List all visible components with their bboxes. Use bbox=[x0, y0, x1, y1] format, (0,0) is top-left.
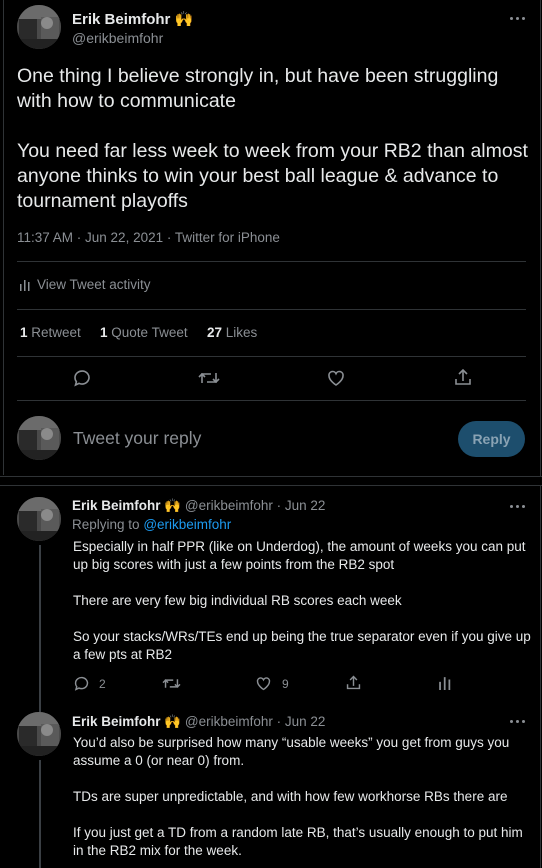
thread-line bbox=[39, 545, 41, 705]
tweet-detail-screen: Erik Beimfohr 🙌 @erikbeimfohr One thing … bbox=[0, 0, 542, 868]
divider bbox=[17, 356, 526, 357]
reply-handle-date[interactable]: @erikbeimfohr · Jun 22 bbox=[185, 498, 326, 513]
analytics-icon bbox=[19, 279, 31, 291]
reply-paragraph: There are very few big individual RB sco… bbox=[73, 593, 402, 608]
tweet-paragraph: One thing I believe strongly in, but hav… bbox=[17, 65, 499, 112]
like-icon[interactable] bbox=[255, 675, 272, 692]
reply-text: Especially in half PPR (like on Underdog… bbox=[73, 538, 533, 682]
hands-emoji-icon: 🙌 bbox=[174, 11, 194, 28]
view-tweet-activity[interactable]: View Tweet activity bbox=[19, 277, 151, 292]
hands-emoji-icon: 🙌 bbox=[164, 498, 182, 513]
thread-line bbox=[39, 704, 41, 712]
reply-paragraph: TDs are super unpredictable, and with ho… bbox=[73, 789, 508, 804]
like-count: 9 bbox=[282, 677, 289, 691]
quotes-label: Quote Tweet bbox=[111, 325, 188, 340]
reply-author-name[interactable]: Erik Beimfohr bbox=[72, 498, 161, 513]
retweets-label: Retweet bbox=[31, 325, 81, 340]
more-icon[interactable] bbox=[508, 504, 528, 510]
reply-count: 2 bbox=[99, 677, 106, 691]
right-border bbox=[540, 0, 541, 868]
thread-line bbox=[39, 760, 41, 868]
reply-author[interactable]: Erik Beimfohr 🙌 @erikbeimfohr · Jun 22 bbox=[72, 714, 325, 730]
likes-label: Likes bbox=[225, 325, 258, 340]
replying-to: Replying to @erikbeimfohr bbox=[72, 517, 231, 532]
retweets-stat[interactable]: 1 Retweet bbox=[20, 325, 81, 340]
author-handle[interactable]: @erikbeimfohr bbox=[72, 30, 163, 46]
reply-paragraph: You’d also be surprised how many “usable… bbox=[73, 735, 510, 768]
share-icon[interactable] bbox=[345, 674, 362, 691]
divider bbox=[17, 400, 526, 401]
reply-icon[interactable] bbox=[73, 675, 90, 692]
tweet-meta[interactable]: 11:37 AM · Jun 22, 2021 · Twitter for iP… bbox=[17, 230, 280, 245]
tweet-paragraph: You need far less week to week from your… bbox=[17, 140, 528, 212]
reply-text: You’d also be surprised how many “usable… bbox=[73, 734, 533, 868]
reply-author-name[interactable]: Erik Beimfohr bbox=[72, 714, 161, 729]
avatar[interactable] bbox=[17, 712, 61, 756]
author-name[interactable]: Erik Beimfohr 🙌 bbox=[72, 10, 193, 28]
avatar[interactable] bbox=[17, 497, 61, 541]
replying-prefix: Replying to bbox=[72, 517, 140, 532]
author-name-text[interactable]: Erik Beimfohr bbox=[72, 11, 170, 28]
avatar[interactable] bbox=[17, 5, 61, 49]
replying-handle-link[interactable]: @erikbeimfohr bbox=[143, 517, 231, 532]
tweet-text: One thing I believe strongly in, but hav… bbox=[17, 64, 532, 239]
likes-stat[interactable]: 27 Likes bbox=[207, 325, 257, 340]
share-icon[interactable] bbox=[453, 367, 473, 387]
quotes-stat[interactable]: 1 Quote Tweet bbox=[100, 325, 188, 340]
compose-avatar bbox=[17, 416, 61, 460]
retweet-icon[interactable] bbox=[162, 675, 181, 692]
more-icon[interactable] bbox=[508, 16, 528, 22]
activity-label: View Tweet activity bbox=[37, 277, 151, 292]
reply-author[interactable]: Erik Beimfohr 🙌 @erikbeimfohr · Jun 22 bbox=[72, 498, 325, 514]
left-border bbox=[3, 0, 4, 475]
divider bbox=[17, 309, 526, 310]
retweets-count: 1 bbox=[20, 325, 28, 340]
hands-emoji-icon: 🙌 bbox=[164, 714, 182, 729]
quotes-count: 1 bbox=[100, 325, 108, 340]
reply-icon[interactable] bbox=[72, 368, 92, 388]
reply-paragraph: Especially in half PPR (like on Underdog… bbox=[73, 539, 526, 572]
like-icon[interactable] bbox=[326, 368, 346, 388]
reply-paragraph: If you just get a TD from a random late … bbox=[73, 825, 523, 858]
reply-paragraph: So your stacks/WRs/TEs end up being the … bbox=[73, 629, 531, 662]
section-separator bbox=[0, 476, 542, 486]
reply-button[interactable]: Reply bbox=[458, 421, 525, 457]
analytics-icon[interactable] bbox=[438, 676, 452, 690]
divider bbox=[17, 261, 526, 262]
retweet-icon[interactable] bbox=[198, 368, 220, 388]
reply-input[interactable]: Tweet your reply bbox=[73, 428, 201, 449]
reply-handle-date[interactable]: @erikbeimfohr · Jun 22 bbox=[185, 714, 326, 729]
likes-count: 27 bbox=[207, 325, 223, 340]
more-icon[interactable] bbox=[508, 719, 528, 725]
